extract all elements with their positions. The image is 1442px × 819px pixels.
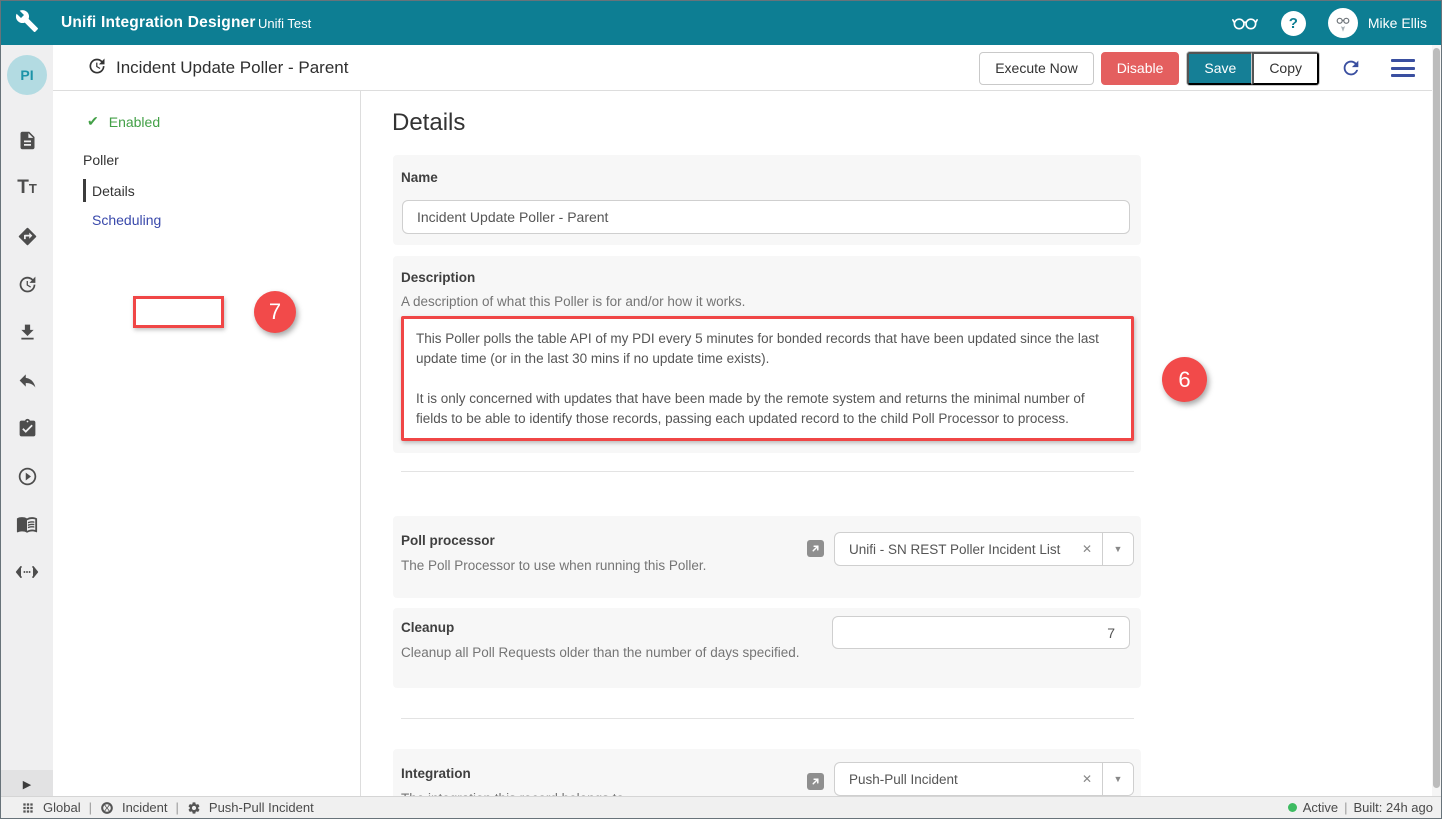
app-header: Unifi Integration Designer Unifi Test ?	[1, 1, 1441, 45]
refresh-icon[interactable]	[1339, 56, 1363, 80]
expand-arrow-icon: ▶	[22, 778, 32, 791]
clear-icon[interactable]: ✕	[1082, 772, 1092, 786]
icon-rail: PI TT ▶	[1, 45, 53, 798]
record-avatar: PI	[7, 55, 47, 95]
disable-button[interactable]: Disable	[1100, 51, 1180, 85]
wrench-icon	[15, 9, 39, 38]
cleanup-input[interactable]: 7	[832, 616, 1130, 649]
reply-icon[interactable]	[1, 368, 53, 392]
book-icon[interactable]	[1, 512, 53, 536]
enabled-status: ✔ Enabled	[87, 113, 160, 130]
description-label: Description	[401, 270, 476, 285]
integration-label: Integration	[401, 766, 471, 781]
integration-field-card: Integration The integration this record …	[393, 749, 1141, 798]
copy-button[interactable]: Copy	[1252, 51, 1319, 85]
apps-grid-icon[interactable]	[21, 801, 35, 815]
chevron-down-icon[interactable]: ▼	[1103, 763, 1133, 795]
poll-processor-label: Poll processor	[401, 533, 495, 548]
play-circle-icon[interactable]	[1, 464, 53, 488]
annotation-badge-6: 6	[1162, 357, 1207, 402]
help-icon[interactable]: ?	[1280, 10, 1306, 36]
name-field-card: Name Incident Update Poller - Parent	[393, 155, 1141, 245]
vertical-scrollbar[interactable]	[1432, 45, 1441, 798]
text-icon[interactable]: TT	[1, 176, 53, 200]
nav-item-details[interactable]: Details	[83, 179, 135, 202]
page-title: Details	[392, 109, 466, 136]
scrollbar-thumb[interactable]	[1433, 48, 1440, 788]
document-icon[interactable]	[1, 128, 53, 152]
enabled-label: Enabled	[108, 113, 161, 130]
rail-expand-button[interactable]: ▶	[1, 770, 53, 798]
save-button[interactable]: Save	[1187, 51, 1253, 85]
integration-select[interactable]: Push-Pull Incident ✕ ▼	[834, 762, 1134, 796]
chevron-down-icon[interactable]: ▼	[1103, 533, 1133, 565]
status-bar: Global | Incident | Push-Pull Incident A…	[1, 796, 1441, 818]
directions-icon[interactable]	[1, 224, 53, 248]
open-reference-icon[interactable]	[807, 540, 824, 557]
app-logo[interactable]	[1, 1, 53, 45]
check-icon: ✔	[87, 113, 99, 129]
section-divider	[401, 471, 1134, 472]
user-name[interactable]: Mike Ellis	[1368, 15, 1427, 31]
name-label: Name	[401, 170, 438, 185]
active-dot-icon	[1287, 803, 1297, 812]
record-header: Incident Update Poller - Parent Execute …	[53, 45, 1441, 91]
hamburger-menu-icon[interactable]	[1391, 59, 1415, 77]
nav-item-scheduling[interactable]: Scheduling	[92, 212, 161, 228]
code-icon[interactable]	[1, 560, 53, 584]
active-label: Active	[1302, 800, 1339, 815]
user-avatar[interactable]	[1327, 8, 1358, 38]
task-check-icon[interactable]	[1, 416, 53, 440]
annotation-box-scheduling	[133, 296, 224, 328]
section-divider	[401, 718, 1134, 719]
integration-scope-label[interactable]: Push-Pull Incident	[209, 800, 314, 815]
execute-now-button[interactable]: Execute Now	[979, 51, 1094, 85]
nav-section-poller: Poller	[83, 152, 119, 168]
app-subtitle: Unifi Test	[258, 15, 312, 31]
poll-processor-value: Unifi - SN REST Poller Incident List	[849, 541, 1061, 557]
description-paragraph: This Poller polls the table API of my PD…	[416, 331, 1099, 366]
update-icon[interactable]	[1, 272, 53, 296]
annotation-badge-7: 7	[254, 291, 296, 333]
poll-processor-field-card: Poll processor The Poll Processor to use…	[393, 516, 1141, 598]
incident-icon	[100, 801, 114, 815]
main-content: Details Name Incident Update Poller - Pa…	[361, 91, 1435, 798]
app-window: Unifi Integration Designer Unifi Test ?	[0, 0, 1442, 819]
app-title: Unifi Integration Designer	[61, 14, 256, 31]
poll-processor-select[interactable]: Unifi - SN REST Poller Incident List ✕ ▼	[834, 532, 1134, 566]
active-indicator	[83, 179, 86, 202]
poll-processor-help: The Poll Processor to use when running t…	[401, 558, 707, 573]
gear-icon	[187, 801, 201, 815]
cleanup-label: Cleanup	[401, 620, 455, 635]
description-textarea[interactable]: This Poller polls the table API of my PD…	[401, 316, 1134, 441]
scope-label[interactable]: Global	[43, 800, 81, 815]
description-paragraph: It is only concerned with updates that h…	[416, 391, 1085, 426]
table-label[interactable]: Incident	[122, 800, 168, 815]
cleanup-field-card: Cleanup Cleanup all Poll Requests older …	[393, 608, 1141, 688]
record-title: Incident Update Poller - Parent	[116, 58, 349, 77]
download-icon[interactable]	[1, 320, 53, 344]
built-label: Built: 24h ago	[1353, 800, 1433, 815]
name-input[interactable]: Incident Update Poller - Parent	[402, 200, 1130, 234]
update-poller-icon	[87, 56, 107, 81]
description-field-card: Description A description of what this P…	[393, 256, 1141, 453]
description-help: A description of what this Poller is for…	[401, 294, 746, 309]
integration-value: Push-Pull Incident	[849, 771, 958, 787]
glasses-icon[interactable]	[1231, 9, 1259, 38]
record-nav-panel: ✔ Enabled Poller Details Scheduling 7	[53, 91, 361, 798]
cleanup-help: Cleanup all Poll Requests older than the…	[401, 645, 800, 660]
open-reference-icon[interactable]	[807, 773, 824, 790]
clear-icon[interactable]: ✕	[1082, 542, 1092, 556]
